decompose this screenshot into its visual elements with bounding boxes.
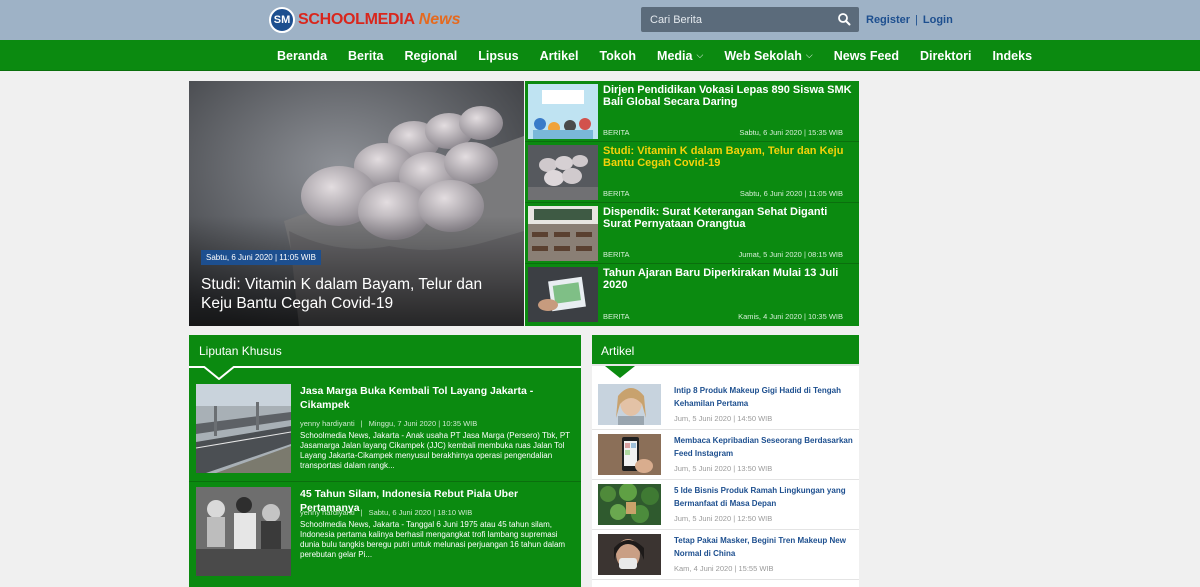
section-notch-decoration xyxy=(203,366,235,380)
headline-date-badge: Sabtu, 6 Juni 2020 | 11:05 WIB xyxy=(201,250,321,265)
article-excerpt: Schoolmedia News, Jakarta - Tanggal 6 Ju… xyxy=(300,520,566,559)
article-date: Minggu, 7 Juni 2020 | 10:35 WIB xyxy=(368,419,478,428)
auth-separator: | xyxy=(915,14,918,26)
nav-item-indeks[interactable]: Indeks xyxy=(992,49,1032,63)
side-news-category: BERITA xyxy=(603,128,630,137)
nav-label: Media xyxy=(657,48,693,63)
logo-text: SCHOOLMEDIA xyxy=(298,11,415,28)
article-thumbnail xyxy=(598,384,661,425)
nav-item-beranda[interactable]: Beranda xyxy=(277,49,327,63)
list-item[interactable]: Intip 8 Produk Makeup Gigi Hadid di Teng… xyxy=(592,380,859,430)
side-news-item[interactable]: Dirjen Pendidikan Vokasi Lepas 890 Siswa… xyxy=(525,81,859,142)
side-news-title[interactable]: Dispendik: Surat Keterangan Sehat Digant… xyxy=(603,206,856,230)
nav-item-news-feed[interactable]: News Feed xyxy=(834,49,899,63)
search-icon[interactable] xyxy=(836,11,853,28)
article-author[interactable]: yenny hardiyanti xyxy=(300,419,355,428)
nav-item-media[interactable]: Media ⌵ xyxy=(657,49,703,63)
headline-title[interactable]: Studi: Vitamin K dalam Bayam, Telur dan … xyxy=(201,275,516,313)
side-news-category: BERITA xyxy=(603,312,630,321)
nav-label: Web Sekolah xyxy=(724,48,802,63)
list-item[interactable]: Membaca Kepribadian Seseorang Berdasarka… xyxy=(592,430,859,480)
main-nav: Beranda Berita Regional Lipsus Artikel T… xyxy=(277,40,1053,71)
chevron-down-icon: ⌵ xyxy=(696,50,704,60)
article-date: Sabtu, 6 Juni 2020 | 18:10 WIB xyxy=(368,508,473,517)
article-thumbnail xyxy=(598,534,661,575)
list-item[interactable]: Tetap Pakai Masker, Begini Tren Makeup N… xyxy=(592,530,859,580)
nav-item-regional[interactable]: Regional xyxy=(404,49,457,63)
nav-item-artikel[interactable]: Artikel xyxy=(540,49,579,63)
nav-label: Berita xyxy=(348,48,384,63)
side-news-category: BERITA xyxy=(603,189,630,198)
side-news-thumbnail xyxy=(528,145,598,200)
search-box xyxy=(641,7,859,32)
section-title[interactable]: Liputan Khusus xyxy=(199,344,282,358)
article-date: Kam, 4 Juni 2020 | 15:55 WIB xyxy=(674,564,774,573)
article-title[interactable]: Jasa Marga Buka Kembali Tol Layang Jakar… xyxy=(300,384,570,412)
nav-label: Tokoh xyxy=(599,48,637,63)
article-title[interactable]: Intip 8 Produk Makeup Gigi Hadid di Teng… xyxy=(674,385,854,410)
nav-label: Lipsus xyxy=(478,48,519,63)
list-item[interactable]: 5 Ide Bisnis Produk Ramah Lingkungan yan… xyxy=(592,480,859,530)
article-title[interactable]: Tetap Pakai Masker, Begini Tren Makeup N… xyxy=(674,535,854,560)
search-input[interactable] xyxy=(641,7,831,32)
list-item[interactable]: 45 Tahun Silam, Indonesia Rebut Piala Ub… xyxy=(189,481,581,579)
article-meta: yenny hardiyanti | Minggu, 7 Juni 2020 | 1… xyxy=(300,419,478,428)
article-date: Jum, 5 Juni 2020 | 12:50 WIB xyxy=(674,514,773,523)
top-header: SM SCHOOLMEDIA News Register | Login xyxy=(0,0,1200,40)
side-news-category: BERITA xyxy=(603,250,630,259)
article-author[interactable]: yenny hardiyanti xyxy=(300,508,355,517)
artikel-section: Artikel Intip 8 Produk Makeup Gigi Hadid… xyxy=(592,335,859,587)
auth-links: Register | Login xyxy=(866,14,953,26)
logo-news-text: News xyxy=(418,11,461,28)
side-news-list: Dirjen Pendidikan Vokasi Lepas 890 Siswa… xyxy=(525,81,859,326)
article-date: Jum, 5 Juni 2020 | 13:50 WIB xyxy=(674,464,773,473)
side-news-thumbnail xyxy=(528,84,598,139)
side-news-title[interactable]: Dirjen Pendidikan Vokasi Lepas 890 Siswa… xyxy=(603,84,856,108)
side-news-item[interactable]: Tahun Ajaran Baru Diperkirakan Mulai 13 … xyxy=(525,264,859,325)
main-navbar: Beranda Berita Regional Lipsus Artikel T… xyxy=(0,40,1200,71)
nav-item-lipsus[interactable]: Lipsus xyxy=(478,49,518,63)
article-title[interactable]: 5 Ide Bisnis Produk Ramah Lingkungan yan… xyxy=(674,485,854,510)
nav-label: Regional xyxy=(404,48,458,63)
liputan-khusus-header: Liputan Khusus xyxy=(189,335,581,368)
nav-item-web-sekolah[interactable]: Web Sekolah ⌵ xyxy=(724,49,812,63)
article-date: Jum, 5 Juni 2020 | 14:50 WIB xyxy=(674,414,773,423)
nav-item-tokoh[interactable]: Tokoh xyxy=(599,49,636,63)
side-news-title[interactable]: Tahun Ajaran Baru Diperkirakan Mulai 13 … xyxy=(603,267,856,291)
side-news-date: Jumat, 5 Juni 2020 | 08:15 WIB xyxy=(738,250,843,259)
side-news-date: Kamis, 4 Juni 2020 | 10:35 WIB xyxy=(738,312,843,321)
side-news-item[interactable]: Studi: Vitamin K dalam Bayam, Telur dan … xyxy=(525,142,859,203)
side-news-thumbnail xyxy=(528,206,598,261)
nav-label: News Feed xyxy=(833,48,900,63)
nav-item-direktori[interactable]: Direktori xyxy=(920,49,971,63)
nav-label: Beranda xyxy=(277,48,328,63)
liputan-khusus-section: Liputan Khusus Jasa Marga Buka Kembali T… xyxy=(189,335,581,587)
nav-item-berita[interactable]: Berita xyxy=(348,49,383,63)
section-title[interactable]: Artikel xyxy=(601,344,634,358)
side-news-date: Sabtu, 6 Juni 2020 | 11:05 WIB xyxy=(739,189,843,198)
register-link[interactable]: Register xyxy=(866,14,910,26)
list-item[interactable]: Jasa Marga Buka Kembali Tol Layang Jakar… xyxy=(189,384,581,482)
side-news-thumbnail xyxy=(528,267,598,322)
article-image xyxy=(196,384,291,473)
nav-label: Indeks xyxy=(992,48,1033,63)
site-logo[interactable]: SM SCHOOLMEDIA News xyxy=(269,7,461,33)
nav-label: Direktori xyxy=(920,48,972,63)
section-notch-decoration xyxy=(605,366,635,378)
side-news-date: Sabtu, 6 Juni 2020 | 15:35 WIB xyxy=(739,128,843,137)
article-thumbnail xyxy=(598,484,661,525)
article-meta: yenny hardiyanti | Sabtu, 6 Juni 2020 | 18… xyxy=(300,508,473,517)
side-news-item[interactable]: Dispendik: Surat Keterangan Sehat Digant… xyxy=(525,203,859,264)
article-thumbnail xyxy=(598,434,661,475)
article-title[interactable]: Membaca Kepribadian Seseorang Berdasarka… xyxy=(674,435,854,460)
chevron-down-icon: ⌵ xyxy=(805,50,813,60)
article-image xyxy=(196,487,291,576)
nav-label: Artikel xyxy=(539,48,579,63)
login-link[interactable]: Login xyxy=(923,14,953,26)
side-news-title[interactable]: Studi: Vitamin K dalam Bayam, Telur dan … xyxy=(603,145,856,169)
artikel-header: Artikel xyxy=(592,335,859,366)
logo-mark: SM xyxy=(269,7,295,33)
article-excerpt: Schoolmedia News, Jakarta - Anak usaha P… xyxy=(300,431,570,470)
